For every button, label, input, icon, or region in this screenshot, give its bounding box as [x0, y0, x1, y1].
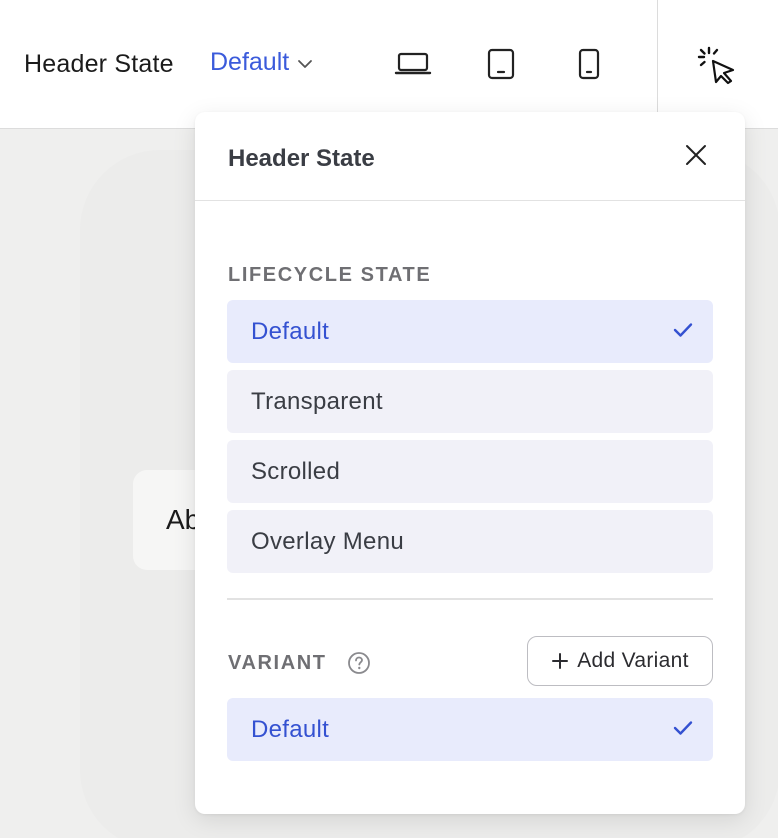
popover-title: Header State	[228, 145, 375, 172]
toolbar-title: Header State	[24, 50, 174, 78]
phone-view-button[interactable]	[569, 44, 609, 84]
add-variant-label: Add Variant	[577, 649, 689, 672]
toolbar-divider	[657, 0, 658, 129]
header-state-value: Default	[210, 48, 290, 76]
close-icon	[686, 145, 706, 165]
header-state-popover: Header State LIFECYCLE STATE Default Tra…	[195, 112, 745, 814]
tablet-icon	[487, 48, 515, 80]
cursor-click-icon	[697, 46, 735, 85]
laptop-icon	[394, 52, 432, 75]
laptop-view-button[interactable]	[393, 44, 433, 84]
option-label: Scrolled	[251, 457, 341, 485]
close-button[interactable]	[681, 140, 711, 170]
lifecycle-option-scrolled[interactable]: Scrolled	[227, 440, 713, 503]
option-label: Default	[251, 317, 330, 345]
popover-header: Header State	[195, 112, 745, 201]
lifecycle-state-label: LIFECYCLE STATE	[228, 264, 432, 286]
phone-icon	[578, 48, 600, 80]
top-toolbar: Header State Default	[0, 0, 778, 129]
chevron-down-icon	[298, 59, 313, 68]
checkmark-icon	[673, 721, 693, 735]
lifecycle-option-default[interactable]: Default	[227, 300, 713, 363]
header-state-dropdown[interactable]: Default	[210, 48, 313, 77]
plus-icon	[552, 653, 569, 669]
add-variant-button[interactable]: Add Variant	[527, 636, 713, 686]
checkmark-icon	[673, 323, 693, 337]
section-divider	[227, 598, 713, 600]
variant-option-default[interactable]: Default	[227, 698, 713, 761]
select-tool-button[interactable]	[694, 42, 740, 88]
option-label: Default	[251, 715, 330, 743]
tablet-view-button[interactable]	[481, 44, 521, 84]
lifecycle-option-transparent[interactable]: Transparent	[227, 370, 713, 433]
option-label: Transparent	[251, 387, 383, 415]
option-label: Overlay Menu	[251, 527, 404, 555]
lifecycle-option-overlay-menu[interactable]: Overlay Menu	[227, 510, 713, 573]
help-icon[interactable]	[347, 651, 371, 675]
variant-label: VARIANT	[228, 652, 327, 674]
